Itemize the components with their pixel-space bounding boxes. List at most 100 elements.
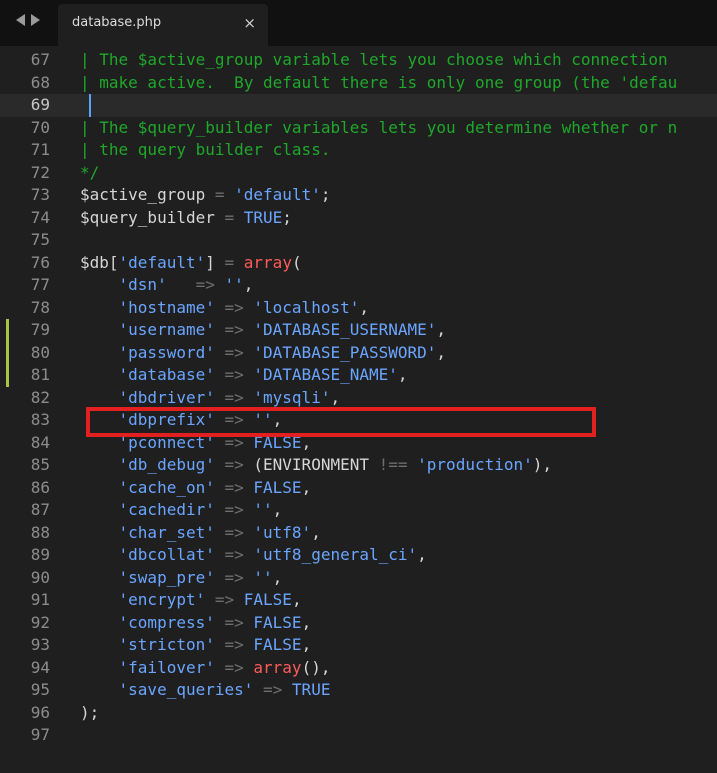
code-line[interactable]: 69 — [0, 94, 717, 117]
code-token: 'dbdriver' — [118, 387, 215, 407]
code-line[interactable]: 75 — [0, 229, 717, 252]
code-line[interactable]: 85 'db_debug' => (ENVIRONMENT !== 'produ… — [0, 454, 717, 477]
code-token: $query_builder — [80, 207, 215, 227]
line-number: 76 — [30, 252, 50, 272]
code-token: , — [417, 545, 427, 564]
line-number: 85 — [30, 455, 50, 474]
code-token: => — [214, 657, 254, 677]
code-token: 'localhost' — [253, 297, 360, 317]
code-token: => — [214, 365, 254, 384]
code-token: 'failover' — [118, 657, 215, 677]
code-text: $active_group = 'default'; — [80, 184, 330, 207]
tab-navigation — [16, 14, 40, 26]
code-token: $db[ — [80, 252, 119, 272]
code-line[interactable]: 74 $query_builder = TRUE; — [0, 207, 717, 230]
code-token: , — [301, 612, 312, 632]
code-token: => — [214, 342, 254, 362]
code-line[interactable]: 89 'dbcollat' => 'utf8_general_ci', — [0, 544, 717, 567]
code-token: 'db_debug' — [118, 455, 215, 474]
code-line[interactable]: 81 'database' => 'DATABASE_NAME', — [0, 364, 717, 387]
code-line[interactable]: 73 $active_group = 'default'; — [0, 184, 717, 207]
code-line[interactable]: 88 'char_set' => 'utf8', — [0, 522, 717, 545]
code-line[interactable]: 80 'password' => 'DATABASE_PASSWORD', — [0, 341, 717, 364]
close-icon[interactable]: × — [243, 14, 256, 32]
code-token: => — [214, 500, 254, 519]
code-token: => — [205, 590, 244, 609]
code-text: | The $query_builder variables lets you … — [80, 117, 677, 140]
line-number: 94 — [30, 657, 50, 677]
code-line[interactable]: 72 */ — [0, 162, 717, 185]
code-token: ); — [80, 702, 100, 722]
code-line[interactable]: 71 | the query builder class. — [0, 139, 717, 162]
code-line[interactable]: 77 'dsn' => '', — [0, 274, 717, 297]
code-token: 'database' — [118, 365, 215, 384]
code-text: 'cache_on' => FALSE, — [80, 477, 312, 500]
code-line[interactable]: 97 — [0, 724, 717, 747]
code-text: 'char_set' => 'utf8', — [80, 522, 321, 545]
code-line[interactable]: 76 $db['default'] = array( — [0, 252, 717, 275]
line-number: 96 — [30, 702, 50, 722]
line-number: 90 — [30, 567, 50, 587]
code-token: 'char_set' — [118, 522, 215, 542]
code-text: 'save_queries' => TRUE — [80, 679, 331, 702]
line-number: 68 — [30, 72, 50, 92]
code-token: => — [214, 612, 254, 632]
code-token: FALSE — [253, 612, 302, 632]
chevron-right-icon[interactable] — [31, 14, 40, 26]
code-token: 'utf8' — [253, 522, 312, 542]
code-token: = — [205, 185, 235, 204]
code-token: 'DATABASE_USERNAME' — [253, 320, 437, 339]
code-token: ), — [532, 455, 553, 474]
code-line[interactable]: 91 'encrypt' => FALSE, — [0, 589, 717, 612]
code-line[interactable]: 67 | The $active_group variable lets you … — [0, 49, 717, 72]
code-token: 'username' — [118, 320, 215, 339]
chevron-left-icon[interactable] — [16, 14, 25, 26]
code-line[interactable]: 68 | make active. By default there is onl… — [0, 72, 717, 95]
code-line[interactable]: 93 'stricton' => FALSE, — [0, 634, 717, 657]
code-token: ; — [282, 207, 292, 227]
code-line[interactable]: 78 'hostname' => 'localhost', — [0, 297, 717, 320]
code-token: 'DATABASE_PASSWORD' — [253, 342, 437, 362]
code-token: FALSE — [253, 635, 302, 654]
code-token: => — [214, 387, 254, 407]
code-line[interactable]: 94 'failover' => array(), — [0, 657, 717, 680]
line-number: 79 — [30, 320, 50, 339]
code-text: | the query builder class. — [80, 139, 330, 162]
code-editor[interactable]: 67 | The $active_group variable lets you … — [0, 46, 717, 773]
code-line[interactable]: 87 'cachedir' => '', — [0, 499, 717, 522]
code-token: 'default' — [118, 252, 206, 272]
code-token: , — [311, 522, 321, 542]
code-line[interactable]: 90 'swap_pre' => '', — [0, 567, 717, 590]
line-number: 97 — [30, 725, 50, 744]
tab-label: database.php — [72, 15, 162, 30]
code-token: | the query builder class. — [80, 140, 331, 159]
code-line[interactable]: 92 'compress' => FALSE, — [0, 612, 717, 635]
code-text: 'encrypt' => FALSE, — [80, 589, 302, 612]
code-text: */ — [80, 162, 99, 185]
code-token: => — [214, 635, 254, 654]
code-line[interactable]: 86 'cache_on' => FALSE, — [0, 477, 717, 500]
code-token: = — [214, 207, 244, 227]
code-line[interactable]: 82 'dbdriver' => 'mysqli', — [0, 387, 717, 410]
code-token: , — [301, 477, 312, 497]
code-line[interactable]: 70 | The $query_builder variables lets yo… — [0, 117, 717, 140]
tab-database-php[interactable]: database.php × — [58, 4, 268, 46]
code-text: 'dsn' => '', — [80, 274, 254, 297]
line-number: 91 — [30, 590, 50, 609]
code-token: | make active. By default there is only … — [80, 72, 678, 92]
line-number: 87 — [30, 500, 50, 519]
code-text: 'failover' => array(), — [80, 657, 331, 680]
code-line[interactable]: 95 'save_queries' => TRUE — [0, 679, 717, 702]
code-token: 'encrypt' — [118, 590, 206, 609]
code-line[interactable]: 96); — [0, 702, 717, 725]
code-line[interactable]: 79 'username' => 'DATABASE_USERNAME', — [0, 319, 717, 342]
